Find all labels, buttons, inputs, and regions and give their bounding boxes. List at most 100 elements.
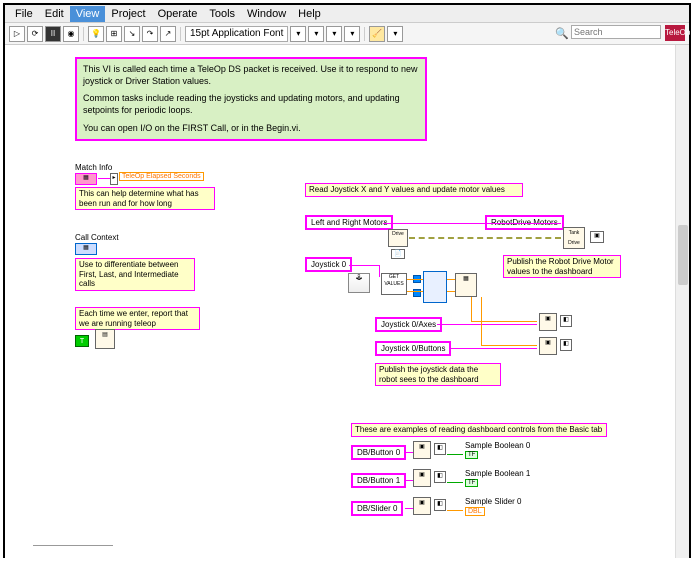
wire bbox=[481, 297, 482, 345]
desc-line1: This VI is called each time a TeleOp DS … bbox=[83, 64, 419, 87]
distribute-button[interactable]: ▾ bbox=[308, 26, 324, 42]
wire bbox=[437, 324, 537, 325]
sample-bool1-terminal[interactable]: TF bbox=[465, 479, 478, 487]
bool-wire bbox=[447, 482, 463, 483]
more-button[interactable]: ▾ bbox=[387, 26, 403, 42]
wire bbox=[471, 297, 472, 321]
index-array-node[interactable] bbox=[423, 271, 447, 303]
wire bbox=[405, 508, 413, 509]
get-values-node[interactable]: GET VALUES bbox=[381, 273, 407, 295]
pause-button[interactable]: II bbox=[45, 26, 61, 42]
db-read-node-0[interactable]: ▣ bbox=[413, 441, 431, 459]
run-cont-button[interactable]: ⟳ bbox=[27, 26, 43, 42]
match-info-label: Match Info bbox=[75, 163, 112, 172]
write-teleop-node[interactable]: ▤ bbox=[95, 329, 115, 349]
wire bbox=[449, 348, 537, 349]
step-over-button[interactable]: ↷ bbox=[142, 26, 158, 42]
arcade-drive-node[interactable]: ▦ bbox=[455, 273, 477, 297]
call-help-comment: Use to differentiate between First, Last… bbox=[75, 258, 195, 291]
joy-axes-tag[interactable]: Joystick 0/Axes bbox=[375, 317, 442, 332]
buttons-out-icon: ◧ bbox=[560, 339, 572, 351]
db-button0-tag[interactable]: DB/Button 0 bbox=[351, 445, 406, 460]
db-read-node-1[interactable]: ▣ bbox=[413, 469, 431, 487]
call-context-label: Call Context bbox=[75, 233, 119, 242]
dbl-out-icon: ▣ bbox=[590, 231, 604, 243]
wire bbox=[405, 452, 413, 453]
publish-drive-comment: Publish the Robot Drive Motor values to … bbox=[503, 255, 621, 278]
wire bbox=[447, 291, 455, 292]
run-button[interactable]: ▷ bbox=[9, 26, 25, 42]
call-context-terminal[interactable]: ▦ bbox=[75, 243, 97, 255]
sample-bool1-label: Sample Boolean 1 bbox=[465, 469, 530, 478]
menu-help[interactable]: Help bbox=[292, 6, 327, 22]
wire bbox=[349, 265, 379, 266]
match-help-comment: This can help determine what has been ru… bbox=[75, 187, 215, 210]
menu-operate[interactable]: Operate bbox=[152, 6, 204, 22]
joystick0-tag[interactable]: Joystick 0 bbox=[305, 257, 352, 272]
sample-slider0-label: Sample Slider 0 bbox=[465, 497, 521, 506]
menu-file[interactable]: File bbox=[9, 6, 39, 22]
search-icon: 🔍 bbox=[555, 27, 569, 40]
menu-edit[interactable]: Edit bbox=[39, 6, 70, 22]
db-read-node-2[interactable]: ▣ bbox=[413, 497, 431, 515]
search-input[interactable] bbox=[571, 25, 661, 39]
axes-out-icon: ◧ bbox=[560, 315, 572, 327]
wire bbox=[447, 279, 455, 280]
desc-line2: Common tasks include reading the joystic… bbox=[83, 93, 419, 116]
step-out-button[interactable]: ↗ bbox=[160, 26, 176, 42]
db-slider0-tag[interactable]: DB/Slider 0 bbox=[351, 501, 403, 516]
buttons-write-node[interactable]: ▣ bbox=[539, 337, 557, 355]
divider bbox=[33, 545, 113, 546]
wire bbox=[379, 265, 380, 277]
drive-open-node[interactable]: Drive bbox=[388, 229, 408, 247]
lr-motors-tag[interactable]: Left and Right Motors bbox=[305, 215, 393, 230]
resize-button[interactable]: ▾ bbox=[326, 26, 342, 42]
wire bbox=[407, 279, 423, 280]
wire bbox=[481, 345, 537, 346]
read-joy-comment: Read Joystick X and Y values and update … bbox=[305, 183, 523, 197]
wire bbox=[407, 291, 423, 292]
unbundle-node[interactable]: ▸ bbox=[110, 173, 118, 185]
sample-bool0-label: Sample Boolean 0 bbox=[465, 441, 530, 450]
db-icon-1: ◧ bbox=[434, 471, 446, 483]
menu-window[interactable]: Window bbox=[241, 6, 292, 22]
cleanup-button[interactable]: 🧹 bbox=[369, 26, 385, 42]
abort-button[interactable]: ◉ bbox=[63, 26, 79, 42]
true-constant[interactable]: T bbox=[75, 335, 89, 347]
robot-drive-node[interactable]: TankDrive bbox=[563, 227, 585, 249]
axes-write-node[interactable]: ▣ bbox=[539, 313, 557, 331]
drive-sub-icon: 📄 bbox=[391, 249, 405, 259]
refnum-wire bbox=[409, 237, 561, 239]
wire bbox=[98, 178, 110, 179]
sample-slider0-terminal[interactable]: DBL bbox=[465, 507, 485, 516]
menu-view[interactable]: View bbox=[70, 6, 106, 22]
db-icon-2: ◧ bbox=[434, 499, 446, 511]
examples-comment: These are examples of reading dashboard … bbox=[351, 423, 607, 437]
highlight-button[interactable]: 💡 bbox=[88, 26, 104, 42]
scroll-thumb[interactable] bbox=[678, 225, 688, 285]
font-selector[interactable]: 15pt Application Font bbox=[185, 26, 288, 42]
teleop-elapsed-terminal: TeleOp Elapsed Seconds bbox=[119, 172, 204, 181]
wire bbox=[383, 223, 561, 224]
menubar: File Edit View Project Operate Tools Win… bbox=[5, 5, 689, 23]
align-button[interactable]: ▾ bbox=[290, 26, 306, 42]
db-icon-0: ◧ bbox=[434, 443, 446, 455]
vi-icon[interactable]: TeleOp bbox=[665, 25, 685, 41]
toolbar: ▷ ⟳ II ◉ 💡 ⊞ ↘ ↷ ↗ 15pt Application Font… bbox=[5, 23, 689, 45]
enter-help-comment: Each time we enter, report that we are r… bbox=[75, 307, 200, 330]
menu-tools[interactable]: Tools bbox=[203, 6, 241, 22]
retain-button[interactable]: ⊞ bbox=[106, 26, 122, 42]
wire bbox=[447, 510, 463, 511]
reorder-button[interactable]: ▾ bbox=[344, 26, 360, 42]
db-button1-tag[interactable]: DB/Button 1 bbox=[351, 473, 406, 488]
step-in-button[interactable]: ↘ bbox=[124, 26, 140, 42]
vertical-scrollbar[interactable] bbox=[675, 45, 689, 558]
sample-bool0-terminal[interactable]: TF bbox=[465, 451, 478, 459]
match-info-terminal[interactable]: ▦ bbox=[75, 173, 97, 185]
menu-project[interactable]: Project bbox=[105, 6, 151, 22]
block-diagram-canvas[interactable]: This VI is called each time a TeleOp DS … bbox=[5, 45, 689, 558]
joystick-icon[interactable]: 🕹 bbox=[348, 273, 370, 293]
description-comment: This VI is called each time a TeleOp DS … bbox=[75, 57, 427, 141]
wire bbox=[405, 480, 413, 481]
joy-buttons-tag[interactable]: Joystick 0/Buttons bbox=[375, 341, 451, 356]
